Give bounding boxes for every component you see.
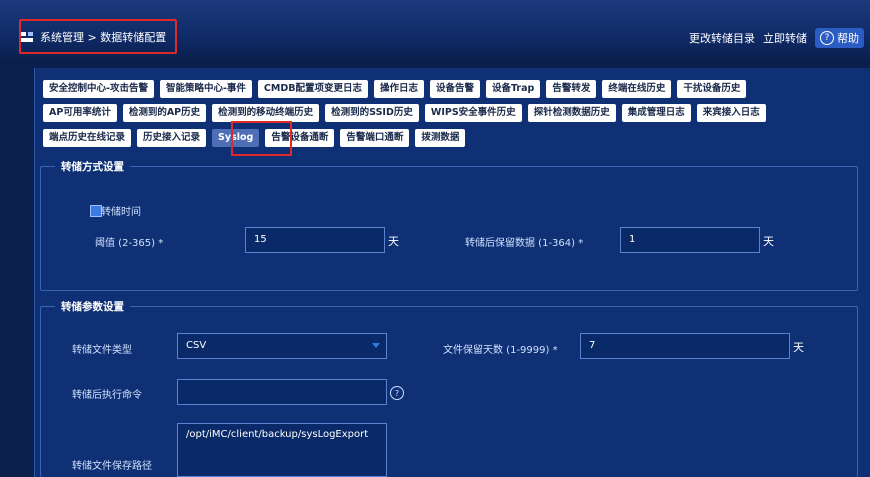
- tab-device-trap[interactable]: 设备Trap: [486, 80, 541, 98]
- post-cmd-input[interactable]: [177, 379, 387, 405]
- dump-params-legend: 转储参数设置: [55, 299, 130, 314]
- tab-access-history[interactable]: 历史接入记录: [137, 129, 207, 147]
- keep-days-label: 文件保留天数 (1-9999) *: [443, 341, 558, 356]
- tab-integration-log[interactable]: 集成管理日志: [621, 104, 691, 122]
- tab-ssid-history[interactable]: 检测到的SSID历史: [325, 104, 419, 122]
- tab-attack-alarm[interactable]: 安全控制中心-攻击告警: [43, 80, 154, 98]
- tab-alarm-port-connectivity[interactable]: 告警端口通断: [340, 129, 410, 147]
- keep-days-unit: 天: [793, 341, 804, 354]
- tab-ap-history[interactable]: 检测到的AP历史: [122, 104, 207, 122]
- threshold-required-mark: *: [158, 238, 164, 249]
- chevron-down-icon: [372, 343, 380, 348]
- dump-params-section: 转储参数设置: [40, 299, 858, 477]
- dump-time-label: 转储时间: [101, 207, 141, 218]
- breadcrumb-highlight-box: [19, 19, 177, 54]
- retain-label-text: 转储后保留数据 (1-364): [465, 238, 576, 249]
- save-path-label: 转储文件保存路径: [72, 461, 152, 472]
- change-dir-link[interactable]: 更改转储目录: [689, 30, 755, 46]
- retain-label: 转储后保留数据 (1-364) *: [465, 234, 583, 249]
- retain-required-mark: *: [578, 238, 584, 249]
- tab-wips-history[interactable]: WIPS安全事件历史: [424, 104, 522, 122]
- tab-endpoint-online-history[interactable]: 端点历史在线记录: [43, 129, 132, 147]
- tab-probe-history[interactable]: 探针检测数据历史: [527, 104, 616, 122]
- keep-days-required-mark: *: [552, 345, 558, 356]
- tab-ap-availability[interactable]: AP可用率统计: [43, 104, 117, 122]
- threshold-label: 阈值 (2-365) *: [95, 234, 163, 249]
- file-type-select[interactable]: CSV: [177, 333, 387, 359]
- post-cmd-label: 转储后执行命令: [72, 390, 142, 401]
- keep-days-input[interactable]: 7: [580, 333, 790, 359]
- tab-dial-test-data[interactable]: 拨测数据: [415, 129, 466, 147]
- tabs-row-1: 安全控制中心-攻击告警 智能策略中心-事件 CMDB配置项变更日志 操作日志 设…: [43, 80, 747, 98]
- help-label: 帮助: [837, 32, 859, 45]
- threshold-input[interactable]: 15: [245, 227, 385, 253]
- threshold-unit: 天: [388, 235, 399, 248]
- tab-mobile-terminal-history[interactable]: 检测到的移动终端历史: [212, 104, 320, 122]
- retain-unit: 天: [763, 235, 774, 248]
- syslog-tab-highlight-box: [231, 121, 292, 156]
- retain-input[interactable]: 1: [620, 227, 760, 253]
- tab-interference-history[interactable]: 干扰设备历史: [677, 80, 747, 98]
- tab-terminal-online-history[interactable]: 终端在线历史: [602, 80, 672, 98]
- dump-method-legend: 转储方式设置: [55, 159, 130, 174]
- tabs-row-2: AP可用率统计 检测到的AP历史 检测到的移动终端历史 检测到的SSID历史 W…: [43, 104, 766, 122]
- tab-operation-log[interactable]: 操作日志: [373, 80, 424, 98]
- top-actions: 更改转储目录 立即转储 ? 帮助: [689, 28, 864, 48]
- save-path-input[interactable]: /opt/iMC/client/backup/sysLogExport: [177, 423, 387, 477]
- dump-now-link[interactable]: 立即转储: [763, 30, 807, 46]
- tab-alarm-forward[interactable]: 告警转发: [546, 80, 597, 98]
- tab-device-alarm[interactable]: 设备告警: [429, 80, 480, 98]
- help-icon: ?: [820, 31, 834, 45]
- tab-policy-event[interactable]: 智能策略中心-事件: [159, 80, 252, 98]
- help-button[interactable]: ? 帮助: [815, 28, 864, 48]
- tab-cmdb-log[interactable]: CMDB配置项变更日志: [257, 80, 368, 98]
- file-type-label: 转储文件类型: [72, 345, 132, 356]
- help-question-icon[interactable]: ?: [390, 386, 404, 400]
- tab-guest-access-log[interactable]: 来宾接入日志: [696, 104, 766, 122]
- keep-days-label-text: 文件保留天数 (1-9999): [443, 345, 550, 356]
- threshold-label-text: 阈值 (2-365): [95, 238, 156, 249]
- file-type-value: CSV: [186, 340, 207, 351]
